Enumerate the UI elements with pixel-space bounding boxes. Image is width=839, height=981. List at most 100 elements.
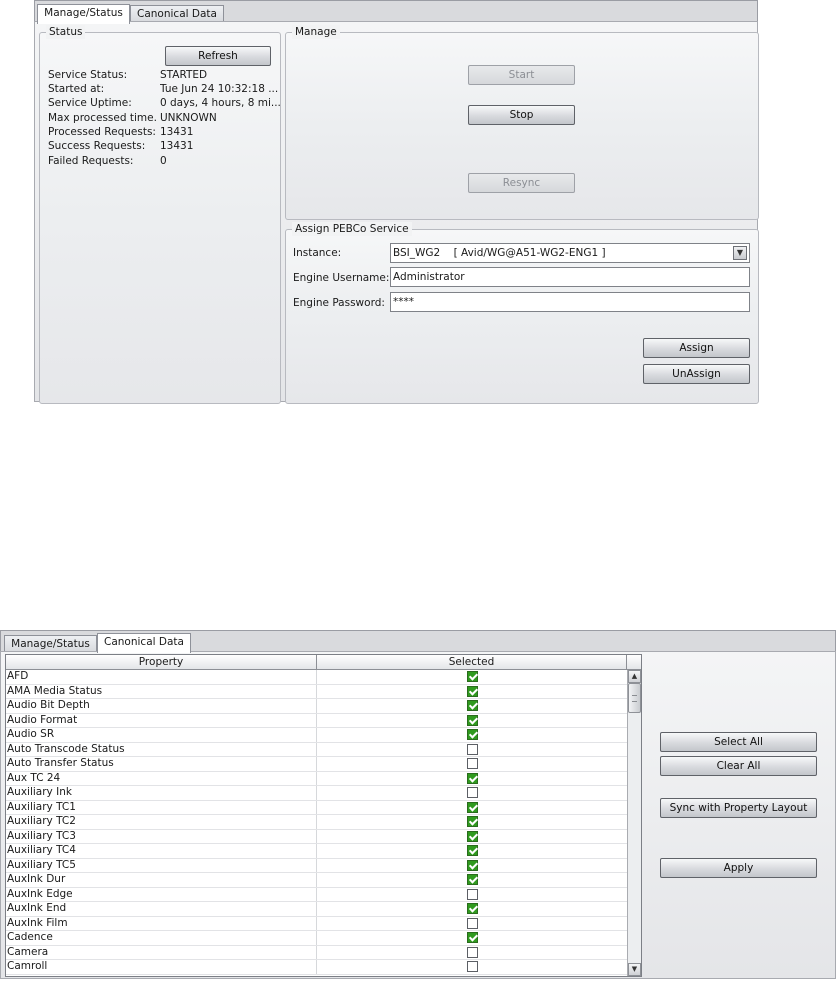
selected-cell	[317, 728, 627, 742]
property-cell: Auxiliary TC2	[6, 815, 317, 829]
table-row[interactable]: Auxiliary TC5	[6, 858, 627, 873]
selected-checkbox[interactable]	[467, 700, 478, 711]
vertical-scrollbar[interactable]: ▲ ▼	[627, 670, 641, 976]
property-cell: Auxiliary TC1	[6, 800, 317, 814]
status-value: STARTED	[160, 69, 208, 81]
table-row[interactable]: AMA Media Status	[6, 684, 627, 699]
property-cell: Auto Transcode Status	[6, 742, 317, 756]
status-value: UNKNOWN	[160, 112, 217, 124]
selected-cell	[317, 873, 627, 887]
table-body: AFD AMA Media Status Audio Bit Depth Audio …	[6, 670, 627, 975]
selected-checkbox[interactable]	[467, 772, 478, 784]
selected-cell	[317, 714, 627, 728]
clear-all-button[interactable]: Clear All	[660, 756, 817, 776]
status-value: 13431	[160, 140, 194, 152]
table-row[interactable]: AFD	[6, 670, 627, 685]
column-header-selected[interactable]: Selected	[317, 655, 627, 670]
selected-cell	[317, 946, 627, 960]
property-cell: AuxInk Edge	[6, 887, 317, 901]
selected-checkbox[interactable]	[467, 685, 478, 697]
status-label: Processed Requests:	[48, 126, 156, 138]
engine-username-field[interactable]: Administrator	[390, 267, 750, 287]
table-row[interactable]: Cadence	[6, 931, 627, 946]
status-label: Started at:	[48, 83, 105, 95]
table-row[interactable]: Auxiliary TC3	[6, 829, 627, 844]
sync-property-layout-button[interactable]: Sync with Property Layout	[660, 798, 817, 818]
table-row[interactable]: Auxiliary TC1	[6, 800, 627, 815]
table-row[interactable]: Camera	[6, 945, 627, 960]
selected-checkbox[interactable]	[467, 932, 478, 943]
table-row[interactable]: Auxiliary TC2	[6, 815, 627, 830]
top-content-frame: Status Refresh Service Status: STARTED S…	[34, 21, 759, 404]
selected-cell	[317, 960, 627, 974]
selected-checkbox[interactable]	[467, 845, 478, 856]
table-row[interactable]: Auto Transcode Status	[6, 742, 627, 757]
table-header: Property Selected	[6, 655, 641, 670]
selected-checkbox[interactable]	[467, 917, 478, 929]
selected-checkbox[interactable]	[467, 874, 478, 885]
status-value: 13431	[160, 126, 194, 138]
status-label: Service Uptime:	[48, 97, 132, 109]
status-label: Max processed time...	[48, 112, 158, 124]
selected-checkbox[interactable]	[467, 743, 478, 755]
resync-button[interactable]: Resync	[468, 173, 575, 193]
property-cell: AuxInk End	[6, 902, 317, 916]
unassign-button[interactable]: UnAssign	[643, 364, 750, 384]
table-row[interactable]: AuxInk Dur	[6, 873, 627, 888]
table-row[interactable]: AuxInk End	[6, 902, 627, 917]
selected-checkbox[interactable]	[467, 801, 478, 813]
property-cell: AMA Media Status	[6, 684, 317, 698]
table-row[interactable]: AuxInk Film	[6, 916, 627, 931]
engine-password-field[interactable]: ****	[390, 292, 750, 312]
selected-cell	[317, 830, 627, 844]
tab-manage-status[interactable]: Manage/Status	[37, 4, 130, 24]
selected-checkbox[interactable]	[467, 758, 478, 769]
selected-checkbox[interactable]	[467, 859, 478, 871]
bottom-tab-strip: Manage/Status Canonical Data	[0, 630, 836, 653]
selected-checkbox[interactable]	[467, 946, 478, 958]
table-row[interactable]: Aux TC 24	[6, 771, 627, 786]
property-cell: Camera	[6, 945, 317, 959]
property-cell: Auxiliary TC4	[6, 844, 317, 858]
scroll-down-icon[interactable]: ▼	[628, 963, 641, 976]
bottom-content-frame: Property Selected AFD AMA Media Status Aud…	[0, 651, 836, 979]
selected-checkbox[interactable]	[467, 671, 478, 682]
table-row[interactable]: Audio SR	[6, 728, 627, 743]
selected-cell	[317, 670, 627, 684]
selected-checkbox[interactable]	[467, 787, 478, 798]
chevron-down-icon[interactable]: ▼	[733, 246, 747, 260]
table-row[interactable]: Audio Bit Depth	[6, 699, 627, 714]
selected-checkbox[interactable]	[467, 830, 478, 842]
selected-cell	[317, 902, 627, 916]
property-cell: Audio Format	[6, 713, 317, 727]
status-label: Service Status:	[48, 69, 128, 81]
table-row[interactable]: AuxInk Edge	[6, 887, 627, 902]
selected-cell	[317, 699, 627, 713]
instance-select[interactable]: BSI_WG2 [ Avid/WG@A51-WG2-ENG1 ] ▼	[390, 243, 750, 263]
status-group: Status Refresh Service Status: STARTED S…	[39, 25, 281, 404]
scroll-up-icon[interactable]: ▲	[628, 670, 641, 683]
table-row[interactable]: Auto Transfer Status	[6, 757, 627, 772]
selected-checkbox[interactable]	[467, 961, 478, 972]
status-title: Status	[46, 25, 86, 39]
column-header-property[interactable]: Property	[6, 655, 317, 670]
selected-checkbox[interactable]	[467, 729, 478, 740]
stop-button[interactable]: Stop	[468, 105, 575, 125]
table-row[interactable]: Camroll	[6, 960, 627, 975]
table-row[interactable]: Auxiliary Ink	[6, 786, 627, 801]
selected-checkbox[interactable]	[467, 903, 478, 914]
tab-canonical-data[interactable]: Canonical Data	[97, 633, 191, 653]
selected-checkbox[interactable]	[467, 816, 478, 827]
selected-cell	[317, 931, 627, 945]
start-button[interactable]: Start	[468, 65, 575, 85]
assign-button[interactable]: Assign	[643, 338, 750, 358]
refresh-button[interactable]: Refresh	[165, 46, 271, 66]
table-row[interactable]: Auxiliary TC4	[6, 844, 627, 859]
apply-button[interactable]: Apply	[660, 858, 817, 878]
select-all-button[interactable]: Select All	[660, 732, 817, 752]
selected-checkbox[interactable]	[467, 714, 478, 726]
table-row[interactable]: Audio Format	[6, 713, 627, 728]
header-corner	[627, 655, 641, 670]
scroll-thumb[interactable]	[628, 683, 641, 713]
selected-checkbox[interactable]	[467, 888, 478, 900]
